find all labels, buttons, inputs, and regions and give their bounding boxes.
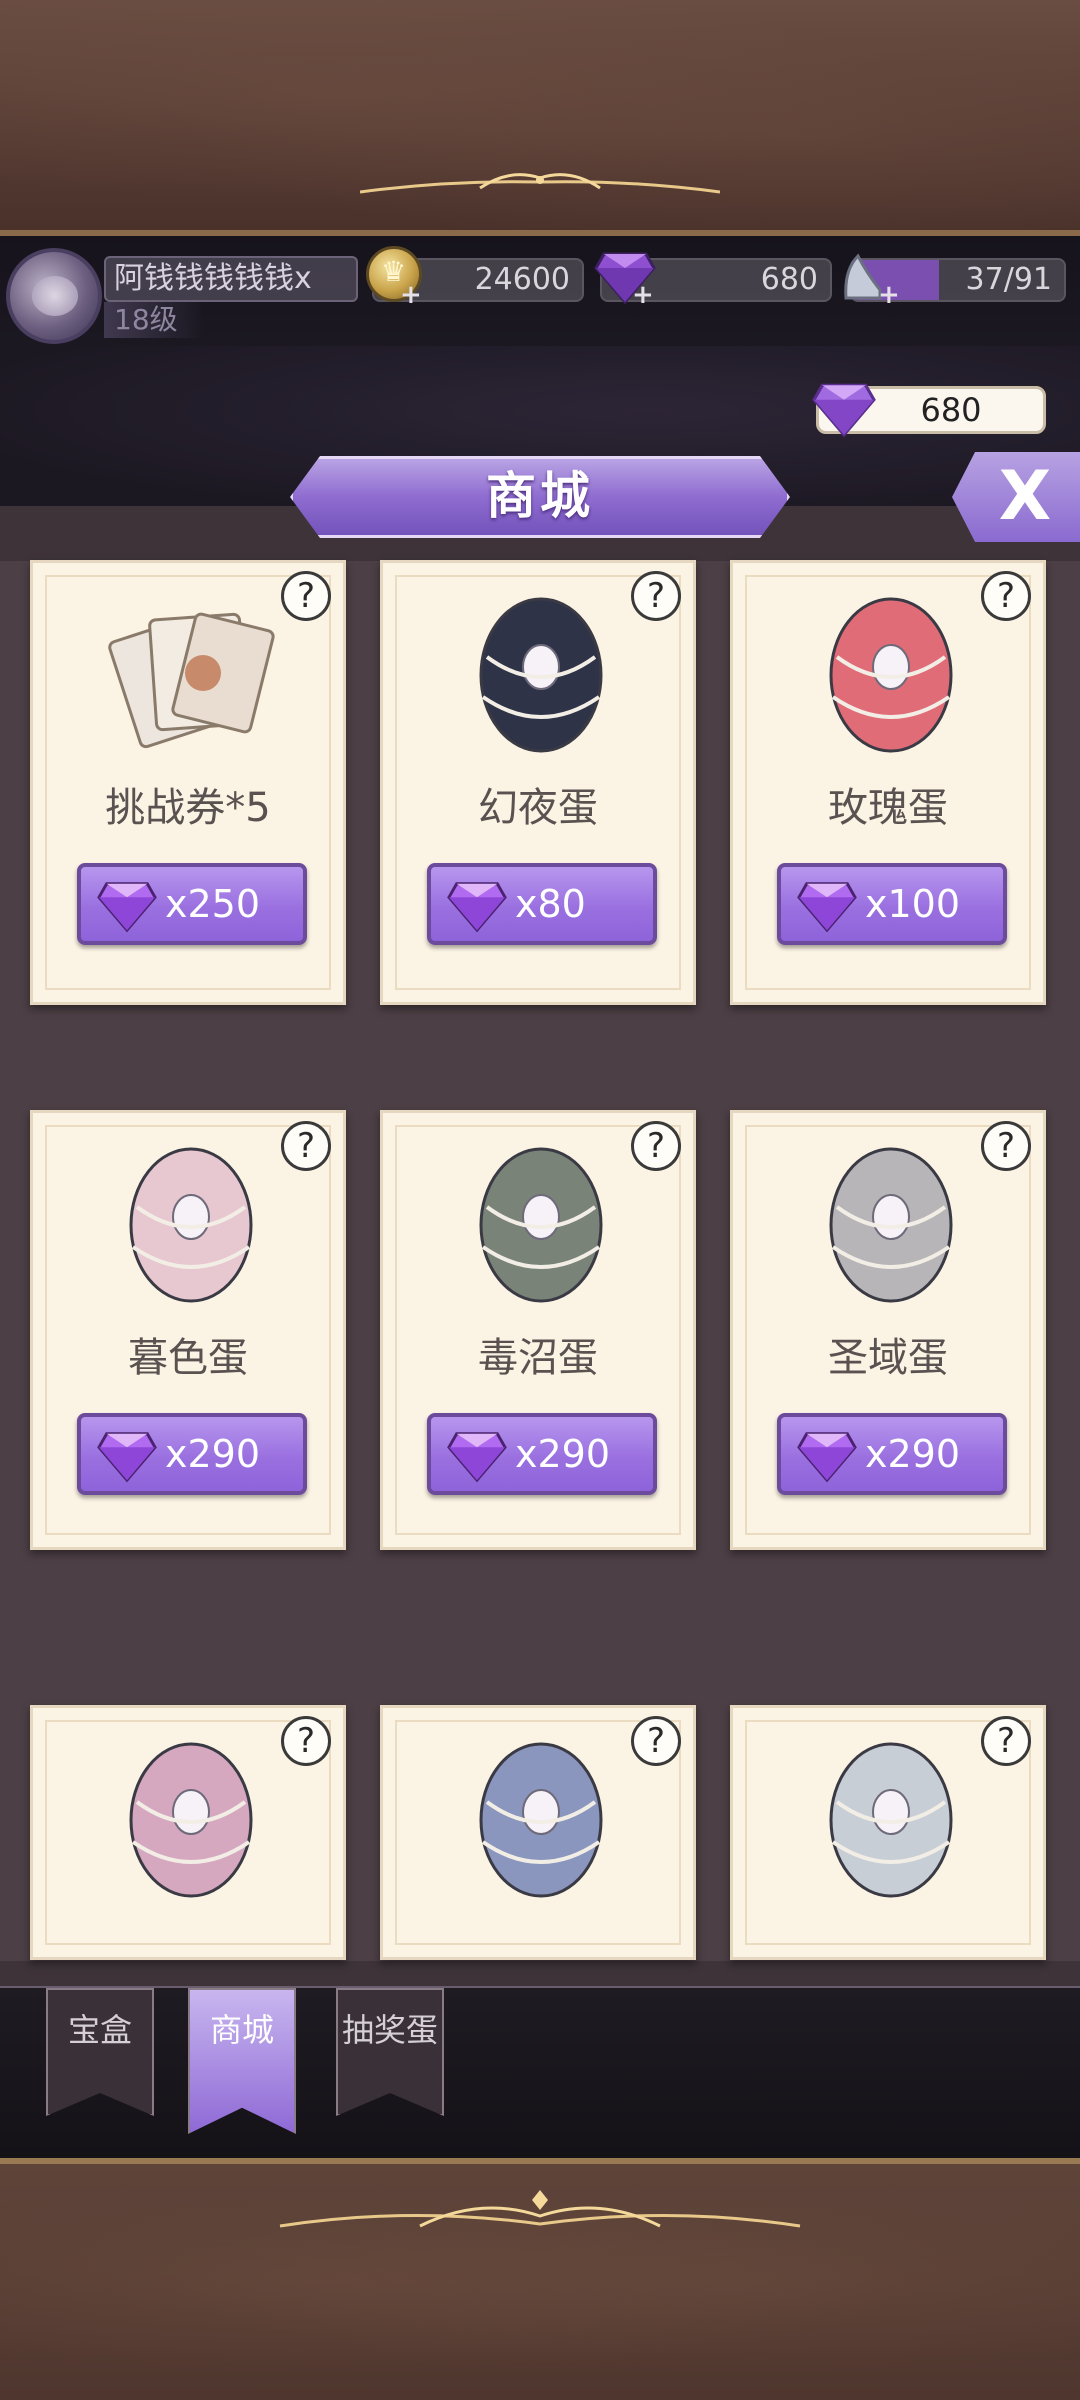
buy-button[interactable]: x250 <box>77 863 307 945</box>
tab-bar: 宝盒 商城 抽奖蛋 <box>0 1986 1080 2158</box>
product-card[interactable]: ? 暮色蛋 x290 <box>30 1110 346 1550</box>
buy-button[interactable]: x100 <box>777 863 1007 945</box>
product-card[interactable]: ? 圣域蛋 x290 <box>730 1110 1046 1550</box>
tab-lottery-egg[interactable]: 抽奖蛋 <box>336 1988 444 2116</box>
shop-title: 商城 <box>486 466 594 525</box>
rose-egg-icon <box>829 597 953 753</box>
help-icon[interactable]: ? <box>981 571 1031 621</box>
product-name: 玫瑰蛋 <box>828 785 948 831</box>
player-level: 18级 <box>104 302 204 338</box>
diamond-amount: 680 <box>760 262 818 297</box>
product-card[interactable]: ? <box>730 1705 1046 1960</box>
diamond-icon <box>97 1432 157 1483</box>
help-icon[interactable]: ? <box>631 1121 681 1171</box>
product-card[interactable]: ? 挑战券*5 x250 <box>30 560 346 1005</box>
help-icon[interactable]: ? <box>981 1121 1031 1171</box>
tab-treasure-box[interactable]: 宝盒 <box>46 1988 154 2116</box>
ticket-bundle-icon <box>108 612 275 749</box>
swamp-egg-icon <box>479 1147 603 1303</box>
help-icon[interactable]: ? <box>631 571 681 621</box>
bottom-ornament-icon <box>279 2190 801 2228</box>
night-egg-icon <box>479 597 603 753</box>
help-icon[interactable]: ? <box>281 1121 331 1171</box>
tab-shop[interactable]: 商城 <box>188 1988 296 2134</box>
diamond-icon <box>447 1432 507 1483</box>
product-card[interactable]: ? <box>380 1705 696 1960</box>
buy-button[interactable]: x290 <box>427 1413 657 1495</box>
silver-egg-icon <box>829 1742 953 1898</box>
product-name: 幻夜蛋 <box>478 785 598 831</box>
product-name: 暮色蛋 <box>128 1335 248 1381</box>
add-stamina-icon[interactable]: + <box>878 280 900 310</box>
product-card[interactable]: ? 幻夜蛋 x80 <box>380 560 696 1005</box>
product-card[interactable]: ? 毒沼蛋 x290 <box>380 1110 696 1550</box>
dusk-egg-icon <box>129 1147 253 1303</box>
product-price: x100 <box>865 882 961 926</box>
help-icon[interactable]: ? <box>981 1716 1031 1766</box>
product-price: x290 <box>865 1432 961 1476</box>
product-card[interactable]: ? 玫瑰蛋 x100 <box>730 560 1046 1005</box>
gold-amount: 24600 <box>474 262 570 297</box>
buy-button[interactable]: x80 <box>427 863 657 945</box>
product-price: x290 <box>515 1432 611 1476</box>
help-icon[interactable]: ? <box>281 1716 331 1766</box>
diamond-balance-amount: 680 <box>920 391 982 429</box>
diamond-icon <box>797 1432 857 1483</box>
stamina-amount: 37/91 <box>965 262 1052 297</box>
add-diamond-icon[interactable]: + <box>632 280 654 310</box>
top-decoration <box>0 0 1080 236</box>
help-icon[interactable]: ? <box>631 1716 681 1766</box>
product-card[interactable]: ? <box>30 1705 346 1960</box>
status-bar: 阿钱钱钱钱钱x 18级 24600 + 680 + 37/91 + <box>0 236 1080 346</box>
player-name: 阿钱钱钱钱钱x <box>104 256 358 302</box>
buy-button[interactable]: x290 <box>777 1413 1007 1495</box>
pink-egg-icon <box>129 1742 253 1898</box>
buy-button[interactable]: x290 <box>77 1413 307 1495</box>
avatar[interactable] <box>6 248 102 344</box>
diamond-icon <box>797 882 857 933</box>
product-price: x290 <box>165 1432 261 1476</box>
close-button[interactable]: X <box>952 452 1080 542</box>
blue-egg-icon <box>479 1742 603 1898</box>
sanctuary-egg-icon <box>829 1147 953 1303</box>
add-gold-icon[interactable]: + <box>400 280 422 310</box>
product-name: 毒沼蛋 <box>478 1335 598 1381</box>
product-name: 挑战券*5 <box>105 785 271 831</box>
help-icon[interactable]: ? <box>281 571 331 621</box>
product-name: 圣域蛋 <box>828 1335 948 1381</box>
top-ornament-icon <box>360 173 720 194</box>
diamond-balance-icon <box>812 383 876 438</box>
product-price: x250 <box>165 882 261 926</box>
product-price: x80 <box>515 882 586 926</box>
diamond-icon <box>97 882 157 933</box>
diamond-icon <box>447 882 507 933</box>
